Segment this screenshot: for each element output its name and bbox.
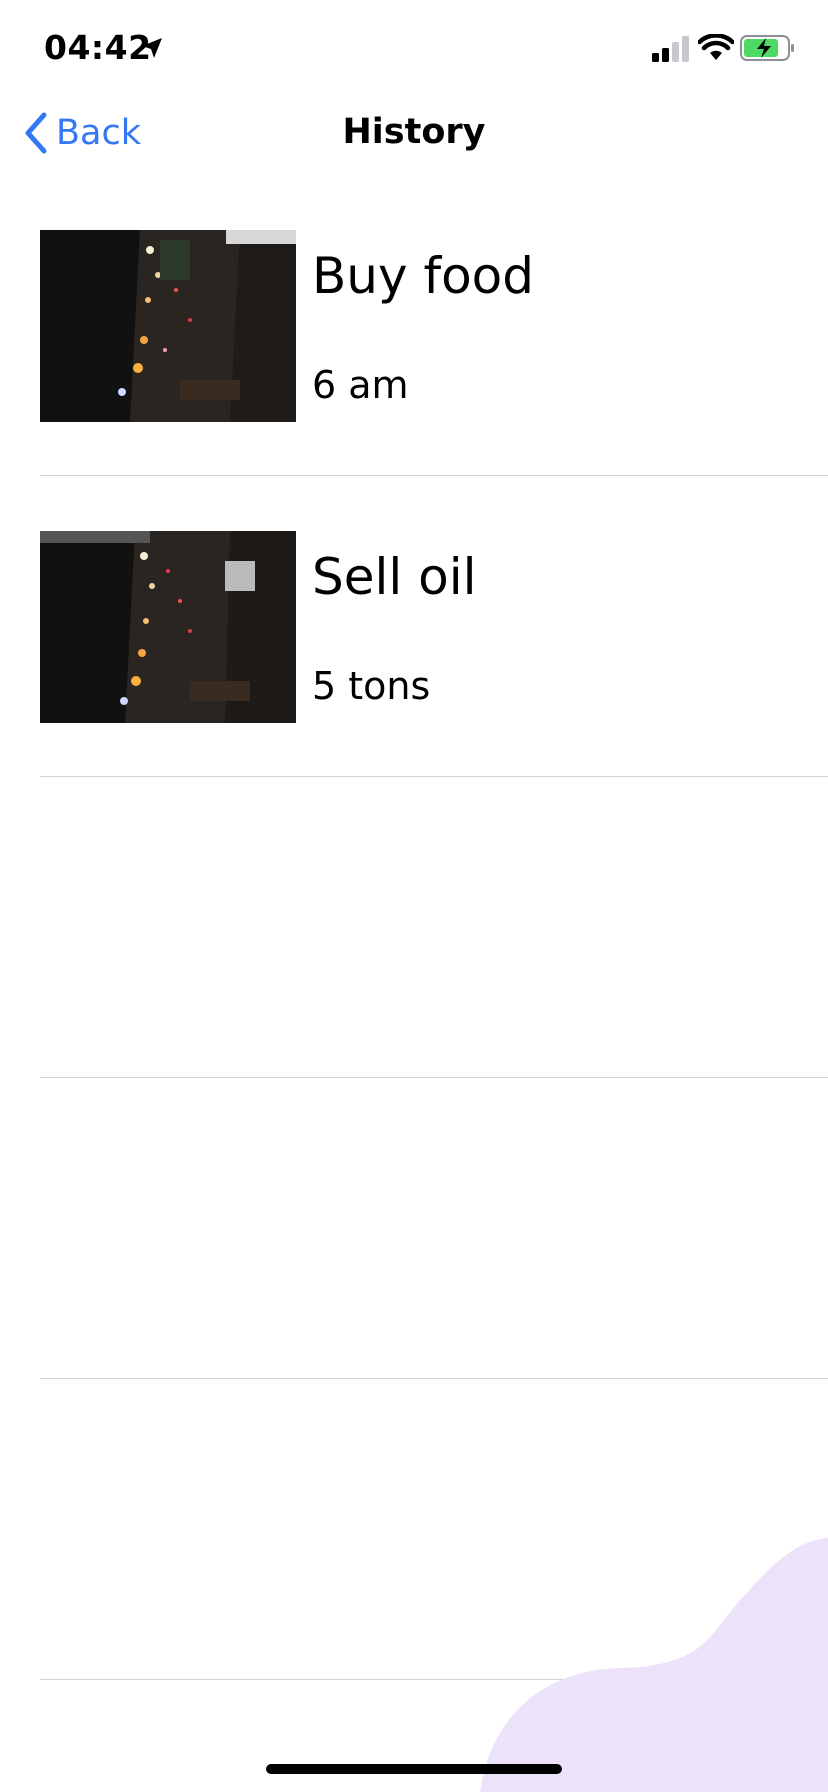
empty-row: [40, 777, 828, 1078]
history-title: Buy food: [312, 247, 534, 305]
page-title: History: [342, 112, 486, 152]
history-thumbnail: [40, 531, 296, 723]
status-bar: 04:42: [0, 0, 828, 100]
history-list: Buy food 6 am Sell oil 5 tons: [0, 175, 828, 1680]
cellular-signal-icon: [652, 36, 689, 62]
battery-charging-icon: [740, 35, 794, 61]
history-subtitle: 5 tons: [312, 664, 431, 708]
history-thumbnail: [40, 230, 296, 422]
history-title: Sell oil: [312, 548, 477, 606]
home-indicator: [266, 1764, 562, 1774]
night-market-photo-icon: [40, 230, 296, 422]
history-row[interactable]: Sell oil 5 tons: [40, 476, 828, 777]
status-time: 04:42: [44, 28, 152, 67]
night-market-photo-icon: [40, 531, 296, 723]
location-arrow-icon: [142, 38, 162, 58]
history-subtitle: 6 am: [312, 363, 409, 407]
empty-row: [40, 1078, 828, 1379]
history-row[interactable]: Buy food 6 am: [40, 175, 828, 476]
wifi-icon: [698, 34, 734, 60]
history-screen: 04:42 Back History Buy food 6 am Sell oi…: [0, 0, 828, 1792]
empty-row: [40, 1379, 828, 1680]
